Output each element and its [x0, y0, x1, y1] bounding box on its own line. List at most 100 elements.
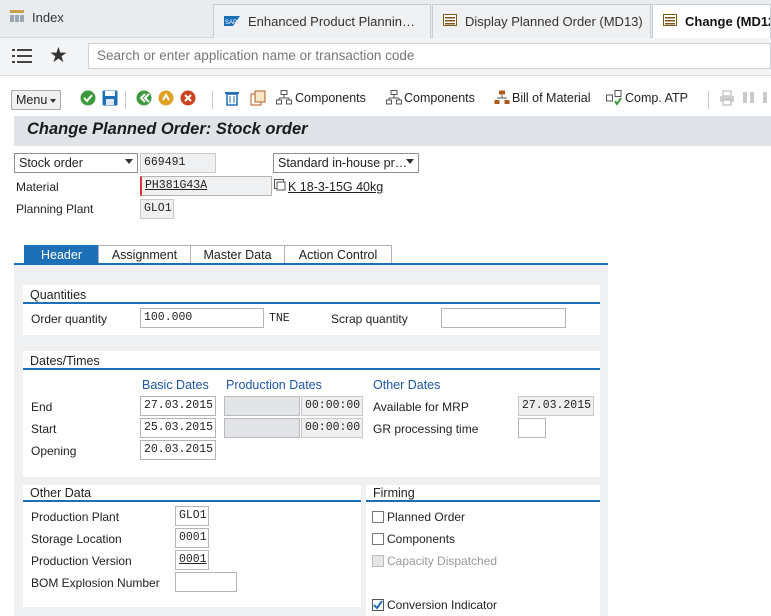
production-version-input[interactable]: 0001: [175, 550, 209, 570]
tab-action-control[interactable]: Action Control: [284, 245, 392, 264]
toolbar-separator: [212, 91, 213, 109]
order-type-select[interactable]: Stock order: [14, 153, 138, 173]
page-title: Change Planned Order: Stock order: [27, 120, 308, 138]
find-icon: [741, 90, 757, 109]
components-checkbox[interactable]: [372, 533, 384, 545]
firming-title: Firming: [373, 486, 415, 500]
order-number-field: 669491: [140, 153, 216, 173]
material-description: K 18-3-15G 40kg: [288, 180, 384, 194]
trash-icon[interactable]: [224, 90, 240, 109]
production-plant-input[interactable]: GLO1: [175, 506, 209, 526]
gr-processing-time-label: GR processing time: [373, 422, 479, 436]
order-type-value: Stock order: [19, 156, 83, 170]
end-basic-date-input[interactable]: 27.03.2015: [140, 396, 216, 416]
components-button-2[interactable]: Components: [404, 91, 475, 105]
procurement-type-select[interactable]: Standard in-house pr…: [273, 153, 419, 173]
cancel-icon[interactable]: [180, 90, 196, 109]
quantities-title: Quantities: [30, 288, 87, 302]
end-production-date-field: [224, 396, 300, 416]
tab-label: Display Planned Order (MD13): [465, 14, 643, 29]
conversion-indicator-checkbox[interactable]: [372, 599, 384, 611]
sap-logo-icon: SAP: [224, 14, 240, 29]
storage-location-input[interactable]: 0001: [175, 528, 209, 548]
group-divider: [23, 500, 361, 502]
opening-basic-date-input[interactable]: 20.03.2015: [140, 440, 216, 460]
find-next-icon: [762, 90, 771, 109]
order-quantity-input[interactable]: 100.000: [140, 308, 264, 328]
tab-label: Change (MD12): [685, 14, 771, 29]
storage-location-label: Storage Location: [31, 532, 122, 546]
group-divider: [366, 500, 600, 502]
chevron-down-icon: [406, 159, 414, 164]
list-doc-icon: [663, 14, 677, 29]
scrap-quantity-input[interactable]: [441, 308, 566, 328]
capacity-dispatched-checkbox: [372, 555, 384, 567]
tab-assignment[interactable]: Assignment: [98, 245, 191, 264]
tab-display-planned-order[interactable]: Display Planned Order (MD13): [432, 4, 651, 38]
atp-check-icon[interactable]: [606, 90, 622, 109]
chevron-down-icon: [125, 159, 133, 164]
grid-icon: [10, 9, 24, 25]
components-icon[interactable]: [386, 90, 402, 109]
tab-header[interactable]: Header: [24, 245, 99, 264]
production-plant-label: Production Plant: [31, 510, 120, 524]
production-version-label: Production Version: [31, 554, 132, 568]
toolbar-separator: [125, 91, 126, 109]
other-dates-header: Other Dates: [373, 378, 441, 392]
dates-title: Dates/Times: [30, 354, 100, 368]
start-label: Start: [31, 422, 57, 436]
favorites-star-icon[interactable]: ★: [49, 45, 68, 66]
basic-dates-header: Basic Dates: [142, 378, 209, 392]
components-icon[interactable]: [276, 90, 292, 109]
start-production-time-field: 00:00:00: [301, 418, 363, 438]
checkmark-icon: [373, 600, 383, 610]
start-basic-date-input[interactable]: 25.03.2015: [140, 418, 216, 438]
material-label: Material: [16, 180, 59, 194]
copy-doc-icon[interactable]: [250, 90, 266, 109]
bom-icon[interactable]: [494, 90, 510, 109]
value-help-icon[interactable]: [274, 179, 286, 194]
bom-explosion-label: BOM Explosion Number: [31, 576, 160, 590]
gr-processing-time-input[interactable]: [518, 418, 546, 438]
back-icon[interactable]: [136, 90, 152, 109]
search-input[interactable]: Search or enter application name or tran…: [88, 43, 771, 69]
tab-index-label: Index: [32, 9, 64, 25]
capacity-dispatched-label: Capacity Dispatched: [387, 554, 498, 568]
planned-order-label: Planned Order: [387, 510, 466, 524]
planning-plant-field: GLO1: [140, 199, 174, 219]
list-doc-icon: [443, 14, 457, 29]
unit-label: TNE: [269, 312, 290, 325]
svg-text:SAP: SAP: [225, 20, 237, 26]
tab-index[interactable]: Index: [0, 0, 210, 34]
tab-enhanced-product-planning[interactable]: SAP Enhanced Product Plannin…: [213, 4, 431, 38]
tab-label: Enhanced Product Plannin…: [248, 14, 415, 29]
bom-explosion-input[interactable]: [175, 572, 237, 592]
group-divider: [23, 368, 600, 370]
menu-button[interactable]: Menu: [11, 90, 61, 110]
tab-master-data[interactable]: Master Data: [190, 245, 285, 264]
chevron-down-icon: [50, 99, 56, 103]
bill-of-material-button[interactable]: Bill of Material: [512, 91, 591, 105]
save-icon[interactable]: [102, 90, 118, 109]
planned-order-checkbox[interactable]: [372, 511, 384, 523]
start-production-date-field: [224, 418, 300, 438]
print-icon: [719, 90, 735, 109]
scrap-quantity-label: Scrap quantity: [331, 312, 408, 326]
firming-group: [366, 485, 600, 616]
opening-label: Opening: [31, 444, 77, 458]
other-data-title: Other Data: [30, 486, 92, 500]
group-divider: [23, 302, 600, 304]
menu-list-icon[interactable]: [12, 48, 32, 67]
check-icon[interactable]: [80, 90, 96, 109]
menu-button-label: Menu: [16, 93, 48, 107]
available-for-mrp-label: Available for MRP: [373, 400, 469, 414]
tab-change-md12[interactable]: Change (MD12): [652, 4, 771, 38]
production-dates-header: Production Dates: [226, 378, 322, 392]
material-input[interactable]: PH381G43A: [140, 176, 272, 196]
order-quantity-label: Order quantity: [31, 312, 108, 326]
components-label: Components: [387, 532, 456, 546]
comp-atp-button[interactable]: Comp. ATP: [625, 91, 688, 105]
components-button[interactable]: Components: [295, 91, 366, 105]
exit-icon[interactable]: [158, 90, 174, 109]
procurement-type-value: Standard in-house pr…: [278, 156, 408, 170]
